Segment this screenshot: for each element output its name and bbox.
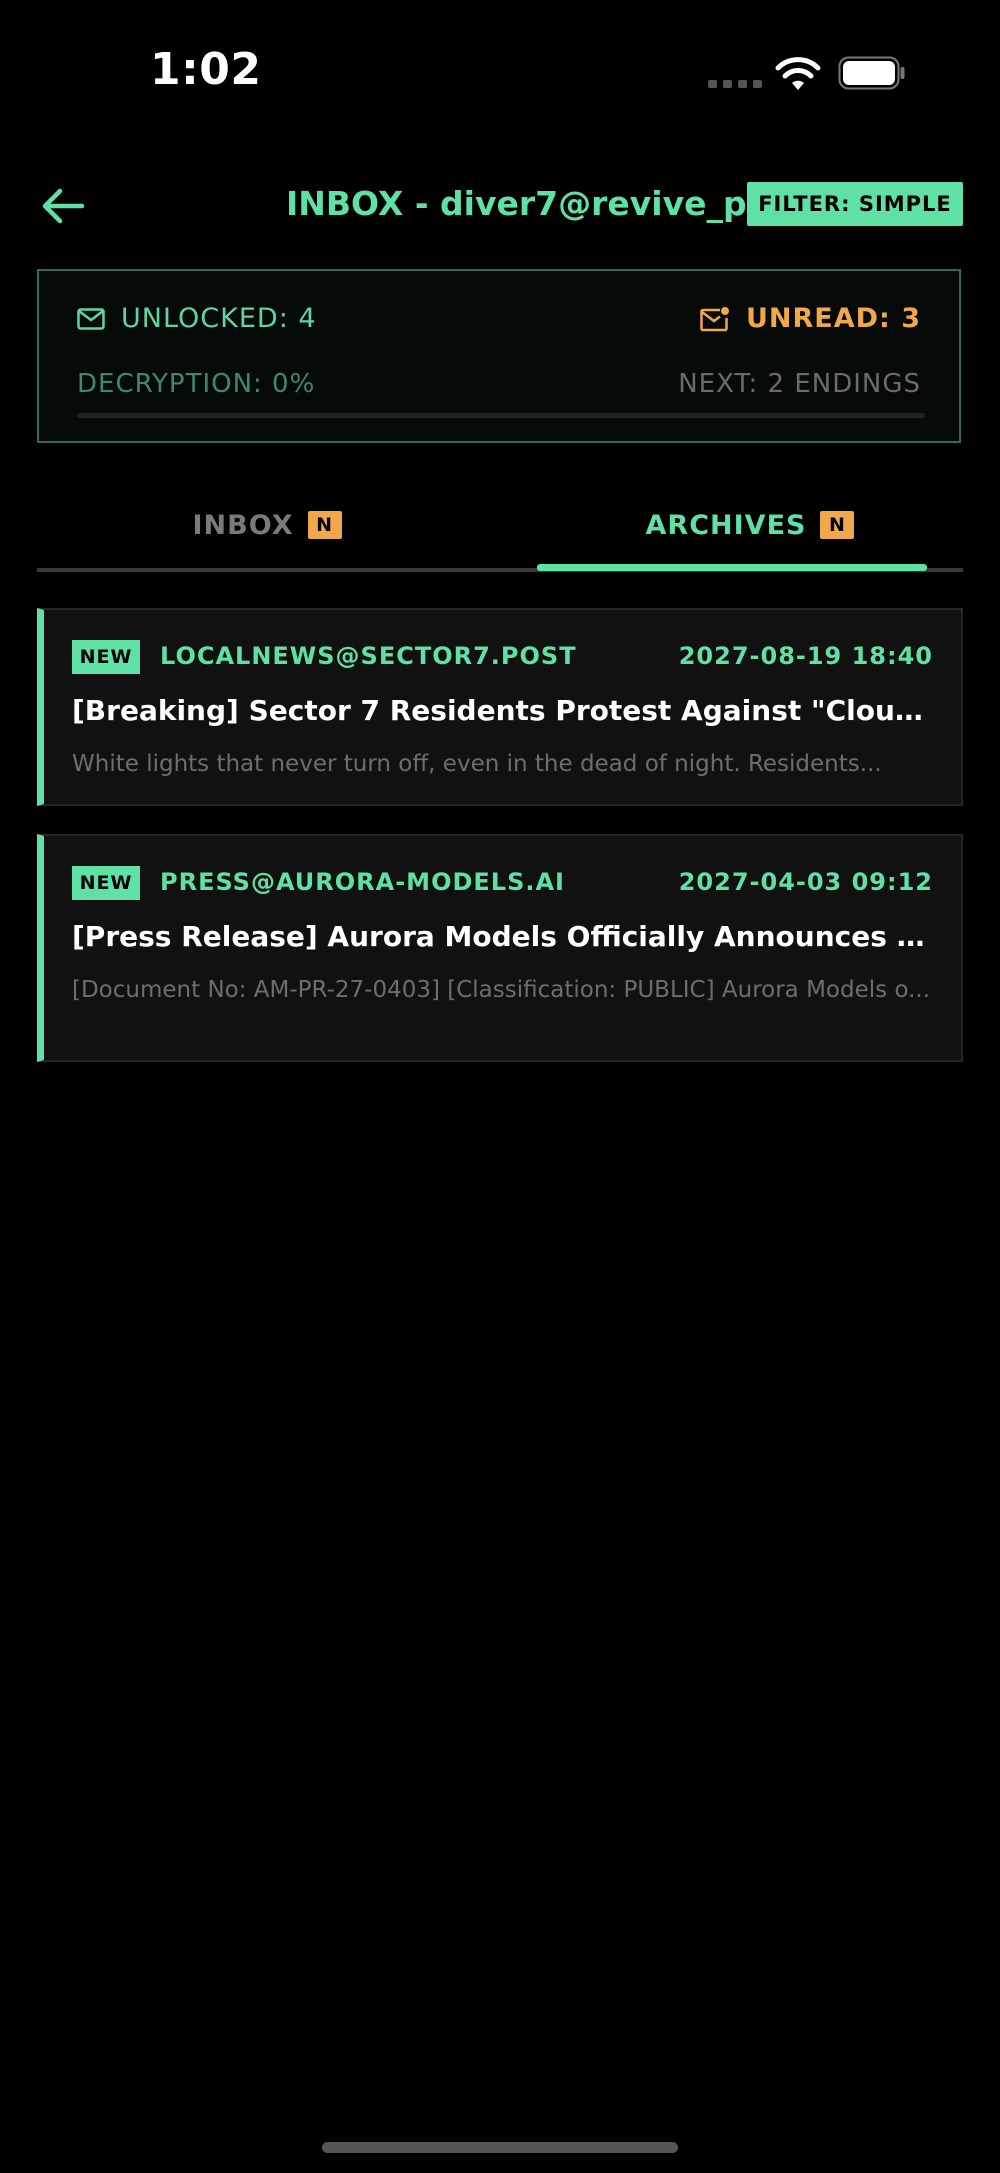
mail-item[interactable]: NEW PRESS@AURORA-MODELS.AI 2027-04-03 09… — [37, 834, 963, 1062]
mail-preview: [Document No: AM-PR-27-0403] [Classifica… — [72, 977, 931, 1003]
decryption-label: DECRYPTION: 0% — [77, 369, 316, 399]
battery-icon — [838, 56, 905, 90]
mail-sender: PRESS@AURORA-MODELS.AI — [160, 868, 565, 896]
tab-archives[interactable]: ARCHIVES N — [537, 490, 963, 560]
home-indicator[interactable] — [322, 2142, 678, 2153]
next-endings-label: NEXT: 2 ENDINGS — [678, 369, 921, 399]
tab-inbox[interactable]: INBOX N — [37, 490, 497, 560]
mail-notification-icon — [700, 306, 729, 331]
mail-list: NEW LOCALNEWS@SECTOR7.POST 2027-08-19 18… — [37, 608, 963, 1090]
status-time: 1:02 — [150, 44, 262, 95]
stats-panel: UNLOCKED: 4 UNREAD: 3 DECRYPTION: 0% NEX… — [37, 269, 961, 443]
app-header: INBOX - diver7@revive_prj FILTER: SIMPLE — [0, 170, 1000, 240]
unread-count: UNREAD: 3 — [700, 303, 921, 334]
mail-preview: White lights that never turn off, even i… — [72, 751, 882, 777]
tab-archives-badge: N — [820, 511, 855, 539]
mail-subject: [Breaking] Sector 7 Residents Protest Ag… — [72, 694, 933, 727]
mail-sender: LOCALNEWS@SECTOR7.POST — [160, 642, 577, 670]
mail-subject: [Press Release] Aurora Models Officially… — [72, 920, 933, 953]
new-badge: NEW — [72, 640, 140, 674]
mail-meta: NEW LOCALNEWS@SECTOR7.POST 2027-08-19 18… — [72, 640, 933, 676]
mail-icon — [77, 307, 105, 330]
back-arrow-icon[interactable] — [40, 186, 86, 226]
cellular-signal-icon — [708, 80, 762, 88]
unlocked-count: UNLOCKED: 4 — [77, 303, 317, 334]
mail-item[interactable]: NEW LOCALNEWS@SECTOR7.POST 2027-08-19 18… — [37, 608, 963, 806]
unread-label: UNREAD: 3 — [745, 303, 921, 334]
mail-date: 2027-04-03 09:12 — [678, 868, 933, 896]
wifi-icon — [775, 57, 821, 90]
tab-bar: INBOX N ARCHIVES N — [37, 490, 963, 572]
mail-meta: NEW PRESS@AURORA-MODELS.AI 2027-04-03 09… — [72, 866, 933, 902]
tab-inbox-label: INBOX — [192, 509, 294, 541]
mail-date: 2027-08-19 18:40 — [678, 642, 933, 670]
page-title: INBOX - diver7@revive_prj — [286, 184, 775, 223]
decryption-progress-bar — [77, 413, 925, 418]
unlocked-label: UNLOCKED: 4 — [121, 303, 317, 334]
status-bar: 1:02 — [0, 0, 1000, 150]
filter-button[interactable]: FILTER: SIMPLE — [747, 182, 963, 226]
active-tab-indicator — [537, 564, 927, 571]
tab-archives-label: ARCHIVES — [645, 509, 807, 541]
tab-inbox-badge: N — [307, 511, 342, 539]
new-badge: NEW — [72, 866, 140, 900]
